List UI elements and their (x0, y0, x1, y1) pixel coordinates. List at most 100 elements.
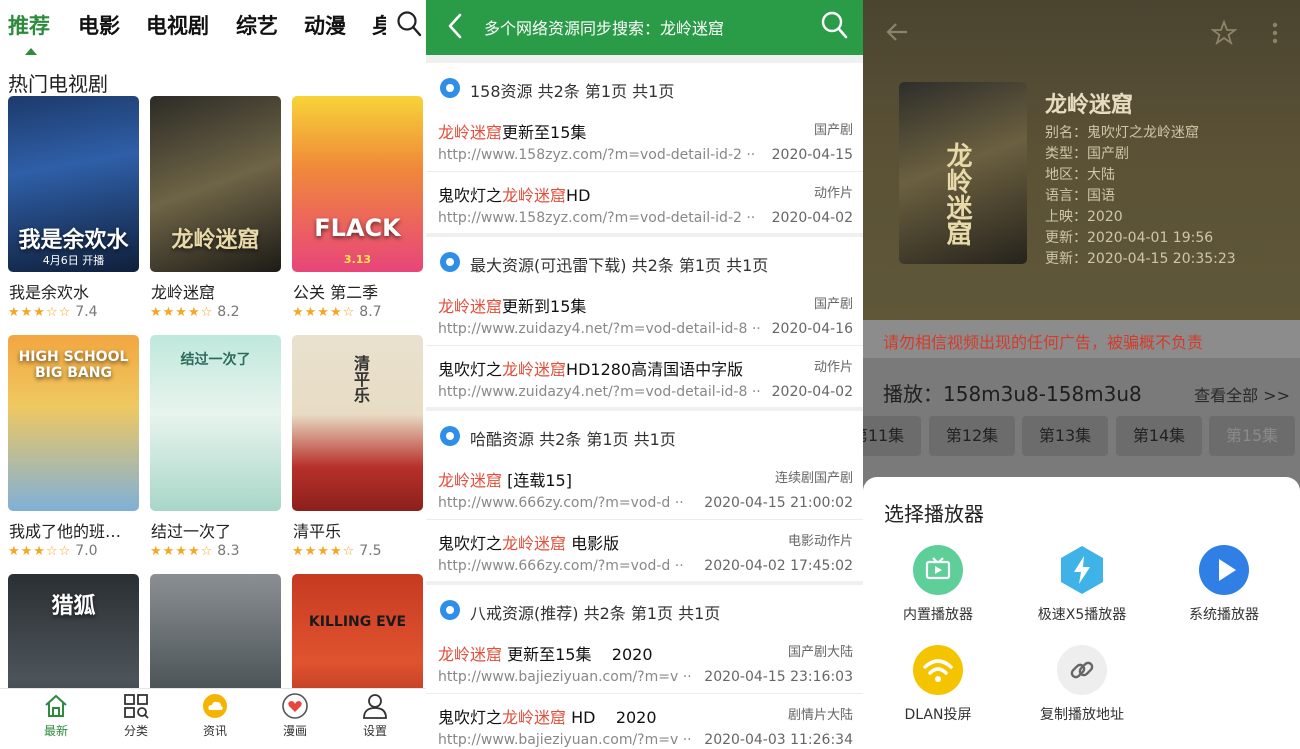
search-icon[interactable] (396, 10, 422, 38)
result-title: 鬼吹灯之龙岭迷窟HD1280高清国语中字版 (438, 360, 744, 379)
player-option-copy-link[interactable]: 复制播放地址 (1012, 645, 1152, 724)
result-date: 2020-04-15 21:00:02 (704, 495, 853, 511)
search-header-title: 多个网络资源同步搜索：龙岭迷窟 (484, 19, 725, 38)
tab-variety[interactable]: 综艺 (236, 10, 278, 40)
result-row[interactable]: 龙岭迷窟更新至15集 国产剧 http://www.158zyz.com/?m=… (426, 109, 863, 171)
result-url: http://www.bajieziyuan.com/?m=v ·· (438, 669, 692, 685)
result-row[interactable]: 鬼吹灯之龙岭迷窟 电影版 电影动作片 http://www.666zy.com/… (426, 519, 863, 581)
rating-score: 7.4 (75, 304, 98, 320)
tab-tv-series[interactable]: 电视剧 (146, 10, 209, 40)
more-options-icon[interactable] (1271, 20, 1279, 46)
lightning-icon (1057, 545, 1107, 595)
result-title: 鬼吹灯之龙岭迷窟 HD 2020 (438, 708, 657, 727)
category-tabs: 推荐 电影 电视剧 综艺 动漫 身 (0, 0, 426, 56)
show-card[interactable]: 清平乐 清平乐 ★★★★☆ 7.5 (292, 335, 423, 559)
player-option-dlan[interactable]: DLAN投屏 (868, 645, 1008, 724)
episode-button[interactable]: 第15集 (1209, 416, 1295, 456)
show-title: 龙岭迷窟 (151, 283, 216, 302)
nav-categories[interactable]: 分类 (106, 693, 166, 739)
source-group-header: 哈酷资源 共2条 第1页 共1页 (426, 411, 863, 457)
ad-warning-banner: 请勿相信视频出现的任何广告，被骗概不负责 (863, 320, 1300, 358)
show-card[interactable]: 我是余欢水 4月6日 开播 我是余欢水 ★★★☆☆ 7.4 (8, 96, 139, 320)
back-arrow-icon[interactable] (885, 20, 909, 44)
show-card[interactable]: HIGH SCHOOL BIG BANG 我成了他的班… ★★★☆☆ 7.0 (8, 335, 139, 559)
home-screen: 推荐 电影 电视剧 综艺 动漫 身 热门电视剧 我是余欢水 4月6日 开播 我是… (0, 0, 426, 749)
nav-latest[interactable]: 最新 (26, 693, 86, 739)
show-card[interactable]: FLACK 3.13 公关 第二季 ★★★★☆ 8.7 (292, 96, 423, 320)
show-poster: 我是余欢水 4月6日 开播 (8, 96, 139, 272)
active-tab-indicator (25, 48, 37, 55)
back-arrow-icon[interactable] (446, 12, 466, 40)
info-updated-2: 更新：2020-04-15 20:35:23 (1045, 251, 1236, 267)
result-title: 鬼吹灯之龙岭迷窟 电影版 (438, 534, 620, 553)
show-card[interactable]: 结过一次了 结过一次了 ★★★★☆ 8.3 (150, 335, 281, 559)
poster-date-text: 4月6日 开播 (42, 254, 105, 267)
source-group-header: 八戒资源(推荐) 共2条 第1页 共1页 (426, 585, 863, 631)
show-poster: 清平乐 (292, 335, 423, 511)
view-all-link[interactable]: 查看全部 >> (1194, 382, 1290, 406)
result-row[interactable]: 龙岭迷窟更新到15集 国产剧 http://www.zuidazy4.net/?… (426, 283, 863, 345)
result-category: 国产剧 (813, 123, 853, 138)
episode-button[interactable]: 第12集 (929, 416, 1015, 456)
nav-comics[interactable]: 漫画 (265, 693, 325, 739)
result-row[interactable]: 鬼吹灯之龙岭迷窟HD 动作片 http://www.158zyz.com/?m=… (426, 171, 863, 233)
result-category: 电影动作片 (787, 534, 853, 549)
poster-title-text: 猎狐 (51, 594, 96, 619)
tab-movies[interactable]: 电影 (78, 10, 120, 40)
result-url: http://www.158zyz.com/?m=vod-detail-id-2… (438, 147, 756, 163)
nav-news[interactable]: 资讯 (185, 693, 245, 739)
result-row[interactable]: 鬼吹灯之龙岭迷窟 HD 2020 剧情片大陆 http://www.bajiez… (426, 693, 863, 749)
result-row[interactable]: 龙岭迷窟 [连载15] 连续剧国产剧 http://www.666zy.com/… (426, 457, 863, 519)
show-card[interactable]: 龙岭迷窟 龙岭迷窟 ★★★★☆ 8.2 (150, 96, 281, 320)
result-date: 2020-04-15 23:16:03 (704, 669, 853, 685)
rating-score: 7.5 (359, 543, 382, 559)
player-option-x5[interactable]: 极速X5播放器 (1012, 545, 1152, 624)
result-category: 连续剧国产剧 (774, 471, 853, 486)
source-icon (440, 78, 460, 98)
rating: ★★★★☆ 8.7 (292, 304, 382, 320)
result-title: 龙岭迷窟更新到15集 (438, 297, 587, 316)
player-option-system[interactable]: 系统播放器 (1154, 545, 1294, 624)
result-date: 2020-04-16 (771, 321, 853, 337)
favorite-star-icon[interactable] (1211, 20, 1237, 46)
link-icon (1057, 645, 1107, 695)
nav-settings[interactable]: 设置 (345, 693, 405, 739)
rating: ★★★★☆ 8.3 (150, 543, 240, 559)
rating-score: 8.2 (217, 304, 240, 320)
result-date: 2020-04-15 (771, 147, 853, 163)
search-header: 多个网络资源同步搜索：龙岭迷窟 (426, 0, 863, 55)
player-option-label: 系统播放器 (1189, 607, 1259, 623)
result-row[interactable]: 龙岭迷窟 更新至15集 2020 国产剧大陆 http://www.bajiez… (426, 631, 863, 693)
rating-stars: ★★★★☆ (292, 305, 356, 320)
show-title: 清平乐 (293, 522, 342, 541)
show-poster: 龙岭迷窟 (150, 96, 281, 272)
poster-title-text: 我是余欢水 (18, 228, 129, 253)
bottom-navigation: 最新 分类 资讯 漫画 设置 (0, 688, 426, 749)
source-title: 最大资源(可迅雷下载) 共2条 第1页 共1页 (470, 256, 769, 275)
player-option-label: DLAN投屏 (904, 707, 972, 723)
nav-label: 设置 (362, 724, 387, 738)
source-icon (440, 600, 460, 620)
play-source-label: 播放：158m3u8-158m3u8 (883, 382, 1142, 406)
play-icon (1199, 545, 1249, 595)
result-url: http://www.666zy.com/?m=vod-d ·· (438, 495, 684, 511)
source-icon (440, 426, 460, 446)
rating-score: 8.3 (217, 543, 240, 559)
episode-button[interactable]: 第13集 (1022, 416, 1108, 456)
info-alias: 别名：鬼吹灯之龙岭迷窟 (1045, 125, 1199, 141)
nav-label: 漫画 (282, 724, 307, 738)
search-results-screen: 多个网络资源同步搜索：龙岭迷窟 158资源 共2条 第1页 共1页 龙岭迷窟更新… (426, 0, 863, 749)
episode-button[interactable]: 第11集 (863, 416, 921, 456)
search-icon[interactable] (820, 10, 848, 40)
tab-more[interactable]: 身 (372, 10, 386, 40)
rating-stars: ★★★☆☆ (8, 544, 72, 559)
episode-button[interactable]: 第14集 (1116, 416, 1202, 456)
result-date: 2020-04-02 17:45:02 (704, 558, 853, 574)
tab-anime[interactable]: 动漫 (304, 10, 346, 40)
ad-warning-text: 请勿相信视频出现的任何广告，被骗概不负责 (883, 333, 1204, 352)
result-title: 龙岭迷窟更新至15集 (438, 123, 587, 142)
tab-recommend[interactable]: 推荐 (8, 10, 50, 40)
result-row[interactable]: 鬼吹灯之龙岭迷窟HD1280高清国语中字版 动作片 http://www.zui… (426, 345, 863, 407)
player-select-sheet: 选择播放器 内置播放器 极速X5播放器 系统播放器 DLAN投屏 复制播放地址 (863, 477, 1300, 749)
player-option-builtin[interactable]: 内置播放器 (868, 545, 1008, 624)
